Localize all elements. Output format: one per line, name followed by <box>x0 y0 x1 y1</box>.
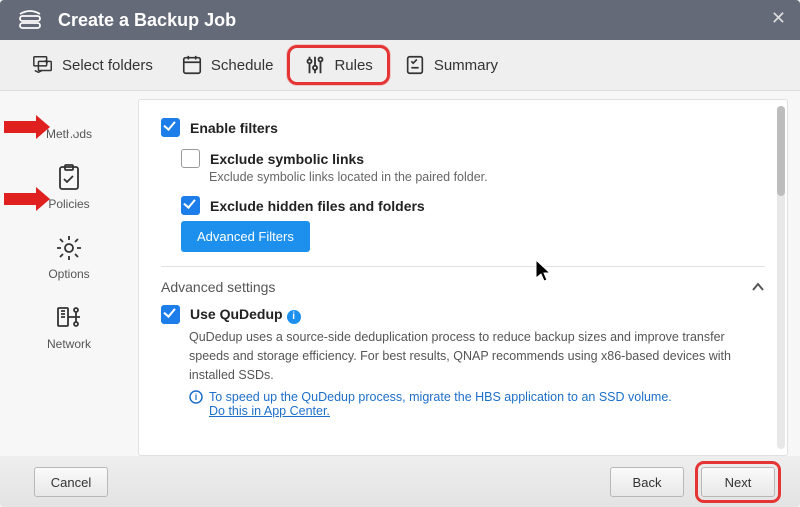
exclude-symlinks-desc: Exclude symbolic links located in the pa… <box>209 170 765 184</box>
sidebar-label: Options <box>48 267 89 281</box>
backup-job-dialog: Create a Backup Job ✕ Select folders Sch… <box>0 0 800 507</box>
selection-chevron-icon <box>69 119 79 139</box>
checkbox-icon <box>181 196 200 215</box>
enable-filters-checkbox[interactable]: Enable filters <box>161 118 765 137</box>
qudedup-desc: QuDedup uses a source-side deduplication… <box>189 328 765 384</box>
tab-select-folders[interactable]: Select folders <box>18 48 167 82</box>
sidebar-item-network[interactable]: Network <box>47 303 91 351</box>
tab-rules[interactable]: Rules <box>287 45 389 85</box>
info-icon[interactable]: i <box>287 310 301 324</box>
tab-label: Summary <box>434 57 498 74</box>
section-title: Advanced settings <box>161 279 275 295</box>
checkbox-icon <box>161 118 180 137</box>
rules-panel: Enable filters Exclude symbolic links Ex… <box>138 99 788 456</box>
advanced-settings-header[interactable]: Advanced settings <box>161 266 765 295</box>
tab-label: Rules <box>334 57 372 74</box>
qudedup-tip: i To speed up the QuDedup process, migra… <box>189 390 765 418</box>
folders-icon <box>32 54 54 76</box>
back-button[interactable]: Back <box>610 467 684 497</box>
sidebar-label: Network <box>47 337 91 351</box>
tip-text: To speed up the QuDedup process, migrate… <box>209 390 672 404</box>
annotation-highlight: Next <box>698 464 778 500</box>
sliders-icon <box>304 54 326 76</box>
backup-logo-icon <box>16 10 44 30</box>
cancel-button[interactable]: Cancel <box>34 467 108 497</box>
checkbox-icon <box>161 305 180 324</box>
tab-label: Select folders <box>62 57 153 74</box>
scrollbar[interactable] <box>777 106 785 449</box>
sidebar-item-methods[interactable]: Methods <box>46 109 92 141</box>
tab-summary[interactable]: Summary <box>390 48 512 82</box>
annotation-arrow-icon <box>2 113 52 141</box>
sidebar-label: Policies <box>48 197 89 211</box>
checkbox-icon <box>181 149 200 168</box>
checkbox-label: Exclude symbolic links <box>210 151 364 167</box>
summary-icon <box>404 54 426 76</box>
advanced-filters-button[interactable]: Advanced Filters <box>181 221 310 252</box>
dialog-footer: Cancel Back Next <box>0 456 800 507</box>
sidebar-item-policies[interactable]: Policies <box>48 163 89 211</box>
tab-label: Schedule <box>211 57 274 74</box>
annotation-arrow-icon <box>2 185 52 213</box>
gear-icon <box>54 233 84 263</box>
chevron-up-icon <box>751 280 765 294</box>
dialog-body: Methods Policies Options Network <box>0 91 800 456</box>
exclude-symlinks-checkbox[interactable]: Exclude symbolic links <box>181 149 765 168</box>
checkbox-label: Enable filters <box>190 120 278 136</box>
tab-schedule[interactable]: Schedule <box>167 48 288 82</box>
calendar-icon <box>181 54 203 76</box>
svg-text:i: i <box>195 392 198 402</box>
network-icon <box>54 303 84 333</box>
app-center-link[interactable]: Do this in App Center. <box>209 404 330 418</box>
scrollbar-thumb[interactable] <box>777 106 785 196</box>
clipboard-check-icon <box>54 163 84 193</box>
tip-icon: i <box>189 390 203 407</box>
checkbox-label: Use QuDedupi <box>190 306 301 324</box>
rules-sidebar: Methods Policies Options Network <box>0 91 138 456</box>
next-button[interactable]: Next <box>701 467 775 497</box>
checkbox-label: Exclude hidden files and folders <box>210 198 425 214</box>
wizard-tabs: Select folders Schedule Rules Summary <box>0 40 800 91</box>
sidebar-item-options[interactable]: Options <box>48 233 89 281</box>
use-qudedup-checkbox[interactable]: Use QuDedupi <box>161 305 765 324</box>
close-icon[interactable]: ✕ <box>771 8 786 29</box>
titlebar: Create a Backup Job ✕ <box>0 0 800 40</box>
dialog-title: Create a Backup Job <box>58 10 236 31</box>
exclude-hidden-checkbox[interactable]: Exclude hidden files and folders <box>181 196 765 215</box>
